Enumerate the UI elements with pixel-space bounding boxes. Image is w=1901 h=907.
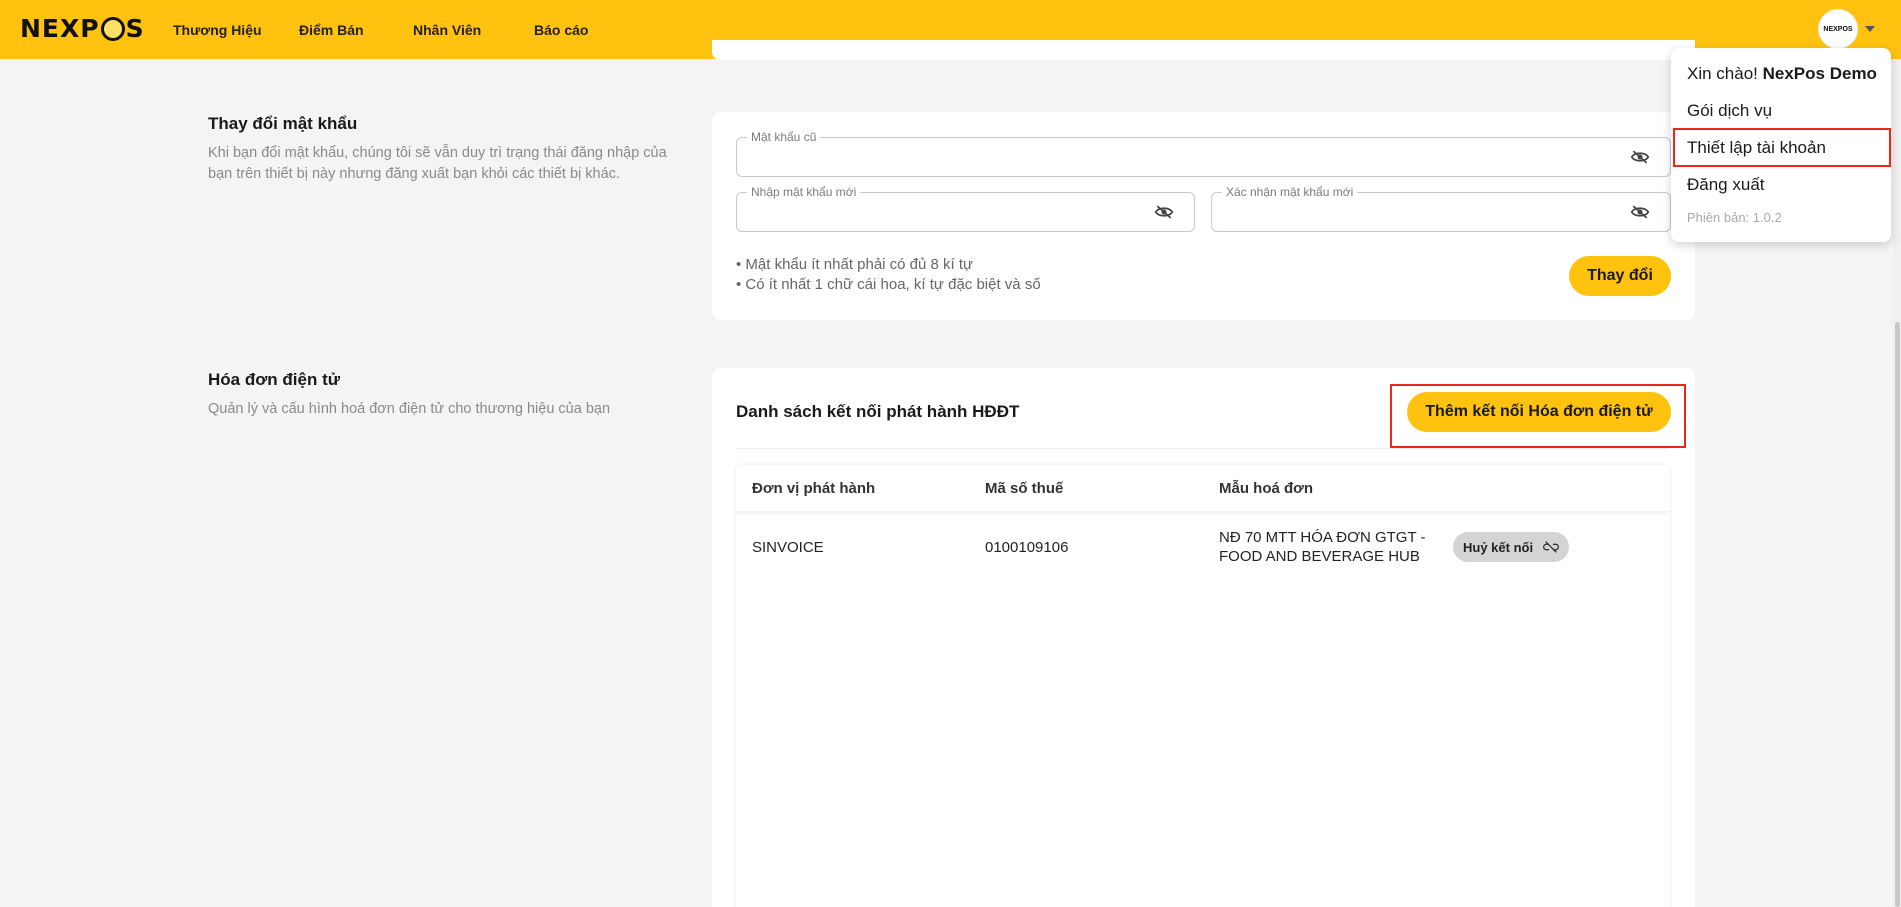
password-section-description: Khi bạn đổi mật khẩu, chúng tôi sẽ vẫn d…	[208, 145, 667, 182]
nexpos-logo[interactable]: NEXP S	[20, 14, 145, 43]
eye-off-icon[interactable]	[1630, 149, 1650, 165]
cell-tax-code: 0100109106	[985, 539, 1069, 556]
user-name: NexPos Demo	[1762, 64, 1877, 83]
user-avatar[interactable]: NEXPOS	[1818, 9, 1858, 49]
user-greeting: Xin chào! NexPos Demo	[1687, 64, 1877, 84]
nav-bao-cao[interactable]: Báo cáo	[534, 22, 588, 38]
link-off-icon	[1543, 541, 1560, 553]
logo-text-left: NEXP	[20, 14, 100, 43]
menu-item-account-settings[interactable]: Thiết lập tài khoản	[1687, 138, 1826, 158]
new-password-field[interactable]: Nhập mật khẩu mới	[736, 185, 1195, 232]
nav-nhan-vien[interactable]: Nhân Viên	[413, 22, 534, 38]
cell-template-line-1: NĐ 70 MTT HÓA ĐƠN GTGT -	[1219, 529, 1426, 546]
password-hint-length: • Mật khẩu ít nhất phải có đủ 8 kí tự	[736, 256, 974, 273]
eye-off-icon[interactable]	[1154, 204, 1174, 220]
avatar-text: NEXPOS	[1823, 25, 1853, 33]
invoice-header-divider	[736, 448, 1670, 449]
user-menu-dropdown: Xin chào! NexPos Demo Gói dịch vụ Thiết …	[1671, 48, 1891, 242]
app-version: Phiên bản: 1.0.2	[1687, 210, 1782, 225]
add-invoice-connection-button[interactable]: Thêm kết nối Hóa đơn điện tử	[1407, 392, 1671, 432]
unlink-button-label: Huỷ kết nối	[1463, 539, 1534, 555]
nav-thuong-hieu[interactable]: Thương Hiệu	[173, 22, 299, 38]
old-password-field[interactable]: Mật khẩu cũ	[736, 130, 1671, 177]
new-password-label: Nhập mật khẩu mới	[747, 185, 861, 199]
cell-issuer: SINVOICE	[752, 539, 824, 556]
password-hint-complexity: • Có ít nhất 1 chữ cái hoa, kí tự đặc bi…	[736, 276, 1041, 293]
previous-section-card	[712, 40, 1695, 60]
invoice-list-title: Danh sách kết nối phát hành HĐĐT	[736, 402, 1020, 421]
change-password-button[interactable]: Thay đổi	[1569, 256, 1671, 296]
confirm-password-field[interactable]: Xác nhận mật khẩu mới	[1211, 185, 1671, 232]
column-header-tax-code: Mã số thuế	[985, 480, 1064, 497]
invoice-section-title: Hóa đơn điện tử	[208, 370, 341, 389]
old-password-label: Mật khẩu cũ	[747, 130, 821, 144]
password-section-title: Thay đổi mật khẩu	[208, 114, 358, 133]
column-header-issuer: Đơn vị phát hành	[752, 480, 876, 497]
table-header-shadow	[736, 511, 1670, 517]
chevron-down-icon[interactable]	[1865, 26, 1875, 32]
eye-off-icon[interactable]	[1630, 204, 1650, 220]
main-nav: Thương Hiệu Điểm Bán Nhân Viên Báo cáo	[173, 0, 588, 59]
logo-text-right: S	[125, 14, 145, 43]
nav-diem-ban[interactable]: Điểm Bán	[299, 22, 413, 38]
menu-item-logout[interactable]: Đăng xuất	[1687, 175, 1765, 195]
greeting-prefix: Xin chào!	[1687, 64, 1758, 83]
unlink-button[interactable]: Huỷ kết nối	[1453, 532, 1569, 562]
cell-template-line-2: FOOD AND BEVERAGE HUB	[1219, 548, 1420, 565]
invoice-connections-table: Đơn vị phát hành Mã số thuế Mẫu hoá đơn …	[736, 465, 1670, 907]
invoice-section-description: Quản lý và cấu hình hoá đơn điện tử cho …	[208, 401, 611, 417]
confirm-password-label: Xác nhận mật khẩu mới	[1222, 185, 1358, 199]
page-scrollbar-thumb[interactable]	[1895, 322, 1900, 907]
column-header-template: Mẫu hoá đơn	[1219, 480, 1313, 497]
menu-item-service-plan[interactable]: Gói dịch vụ	[1687, 101, 1772, 121]
logo-o-shape	[100, 16, 125, 41]
